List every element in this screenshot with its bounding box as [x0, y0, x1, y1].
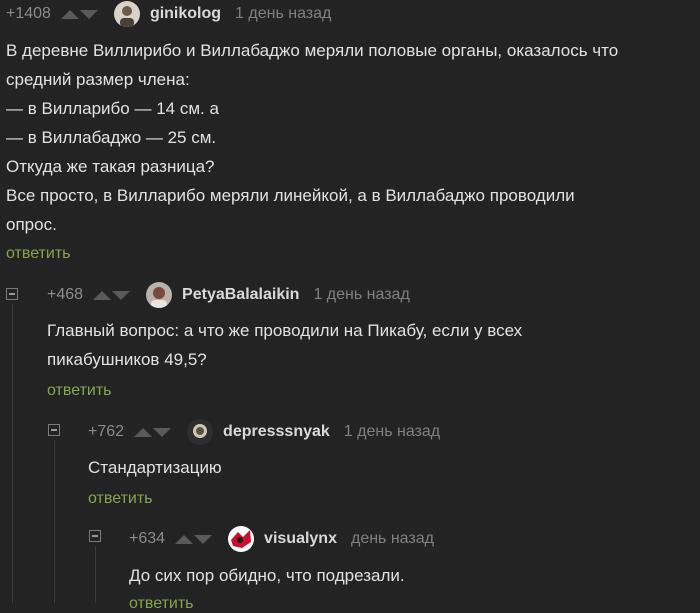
comment-rating: +634: [129, 530, 166, 547]
avatar[interactable]: [113, 1, 140, 27]
collapse-toggle-icon[interactable]: [6, 288, 18, 300]
upvote-arrow-icon[interactable]: [60, 9, 79, 19]
avatar[interactable]: [228, 526, 255, 552]
reply-link[interactable]: ответить: [47, 382, 112, 400]
comment-line: опрос.: [6, 215, 57, 234]
downvote-arrow-icon[interactable]: [153, 427, 172, 437]
comment-line: средний размер члена:: [6, 70, 190, 89]
downvote-arrow-icon[interactable]: [194, 534, 213, 544]
upvote-arrow-icon[interactable]: [134, 427, 153, 437]
comment-line: Откуда же такая разница?: [6, 157, 215, 176]
comment-author[interactable]: visualynx: [264, 530, 337, 548]
comment-line: Стандартизацию: [88, 458, 222, 477]
avatar[interactable]: [187, 419, 214, 445]
downvote-arrow-icon[interactable]: [79, 9, 98, 19]
comment-rating: +762: [88, 423, 125, 440]
collapse-toggle-icon[interactable]: [89, 530, 101, 542]
comment-time: 1 день назад: [343, 423, 441, 440]
upvote-arrow-icon[interactable]: [93, 290, 112, 300]
downvote-arrow-icon[interactable]: [112, 290, 131, 300]
comment-line: — в Виллабаджо — 25 см.: [6, 128, 217, 147]
comment-author[interactable]: ginikolog: [150, 5, 221, 23]
reply-link[interactable]: ответить: [129, 595, 194, 613]
comment-author[interactable]: depresssnyak: [223, 423, 330, 441]
comment-author[interactable]: PetyaBalalaikin: [182, 286, 299, 304]
upvote-arrow-icon[interactable]: [175, 534, 194, 544]
comment-line: До сих пор обидно, что подрезали.: [129, 566, 405, 585]
comment-body: До сих пор обидно, что подрезали.: [129, 561, 405, 590]
collapse-toggle-icon[interactable]: [48, 424, 60, 436]
comment-header: +1408 ginikolog 1 день назад: [6, 0, 331, 28]
thread-line-level-3: [95, 546, 96, 603]
reply-link[interactable]: ответить: [6, 245, 71, 263]
comment-line: Все просто, в Вилларибо меряли линейкой,…: [6, 186, 575, 205]
comment-line: В деревне Виллирибо и Виллабаджо меряли …: [6, 41, 619, 60]
comment-time: 1 день назад: [313, 286, 410, 303]
comment-line: — в Вилларибо — 14 см. а: [6, 99, 219, 118]
reply-link[interactable]: ответить: [88, 490, 153, 508]
comment-header: +468 PetyaBalalaikin 1 день назад: [47, 281, 410, 309]
comment-body: В деревне Виллирибо и Виллабаджо меряли …: [6, 36, 618, 239]
comment-time: день назад: [350, 530, 434, 547]
comment-header: +762 depresssnyak 1 день назад: [88, 418, 440, 446]
comment-body: Стандартизацию: [88, 453, 222, 482]
comment-rating: +1408: [6, 5, 51, 22]
thread-line-level-2: [54, 440, 55, 603]
comment-body: Главный вопрос: а что же проводили на Пи…: [47, 316, 522, 374]
comment-header: +634 visualynx день назад: [129, 525, 434, 553]
comment-line: Главный вопрос: а что же проводили на Пи…: [47, 321, 523, 340]
thread-line-level-1: [12, 304, 13, 603]
comment-time: 1 день назад: [235, 5, 332, 22]
comment-line: пикабушников 49,5?: [47, 350, 207, 369]
avatar[interactable]: [146, 282, 173, 308]
comment-rating: +468: [47, 286, 84, 303]
